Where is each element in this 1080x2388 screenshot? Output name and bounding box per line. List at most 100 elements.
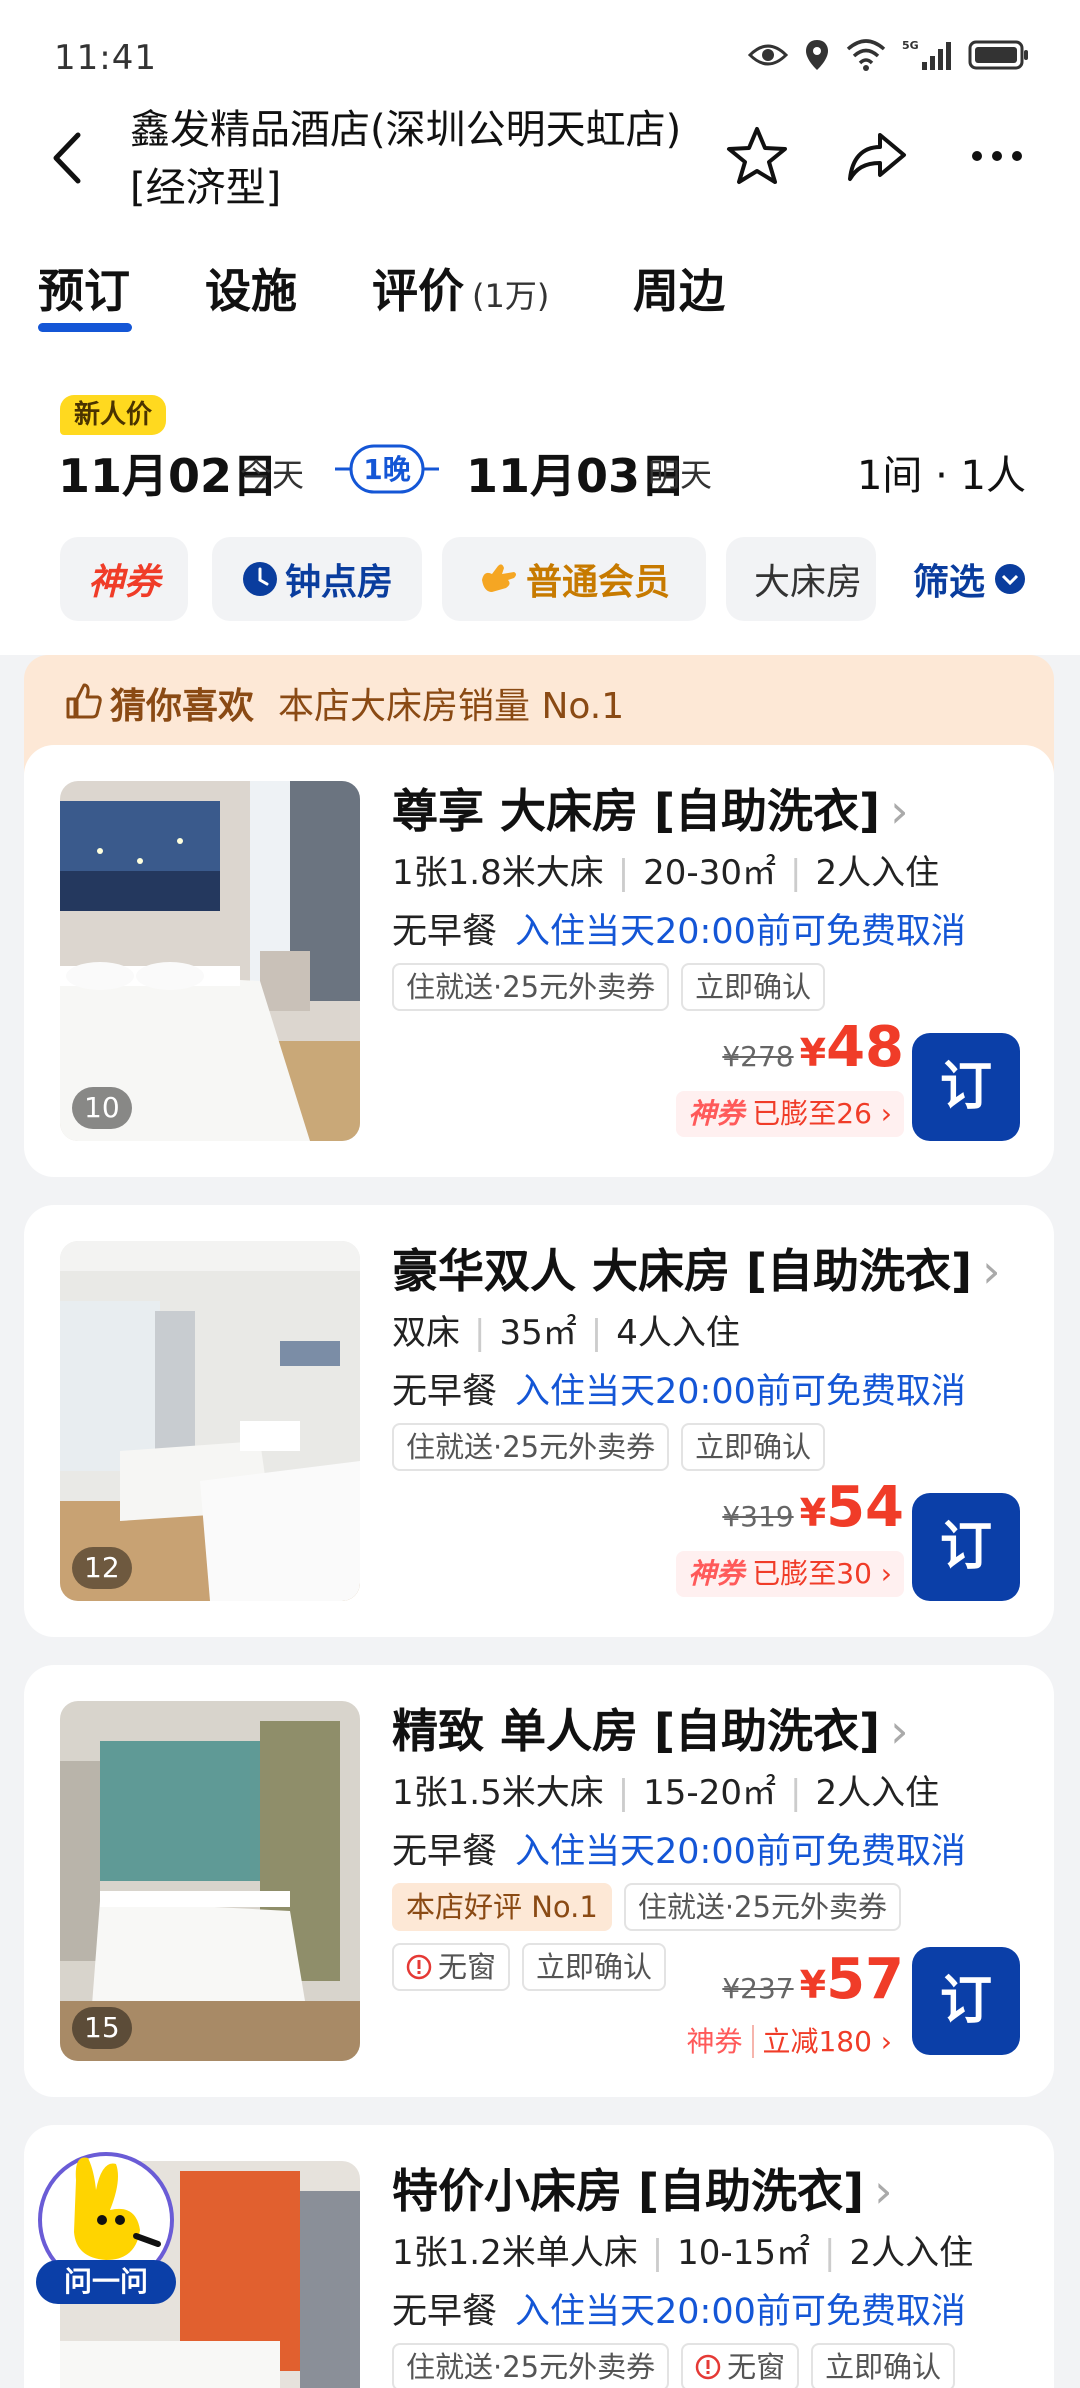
filter-hourly-label: 钟点房	[284, 562, 393, 603]
room-card[interactable]: 12 豪华双人 大床房 [自助洗衣] › 双床 | 35㎡ | 4人入住 无早餐 入住当天2…	[24, 1205, 1054, 1637]
filter-button[interactable]: 筛选	[895, 537, 1045, 621]
cancel-policy: 入住当天20:00前可免费取消	[515, 2292, 966, 2332]
room-size: 20-30㎡	[643, 853, 776, 893]
currency: ¥	[799, 1031, 827, 1075]
bed-type: 1张1.2米单人床	[392, 2233, 638, 2273]
date-selector[interactable]: 新人价 11月02日 今天 1晚 11月03日 明天 1间 · 1人	[0, 345, 1080, 515]
checkout-sub: 明天	[648, 456, 713, 494]
room-tags: 住就送·25元外卖券 立即确认	[392, 963, 826, 1011]
book-button[interactable]: 订	[912, 1947, 1020, 2055]
tag-voucher: 住就送·25元外卖券	[392, 963, 670, 1011]
breakfast-info: 无早餐	[392, 1372, 498, 1412]
filter-big-bed[interactable]: 大床房	[726, 537, 876, 621]
share-icon[interactable]	[842, 121, 912, 191]
coupon-text: 已膨至30 ›	[752, 1557, 892, 1590]
chevron-right-icon: ›	[890, 1704, 909, 1758]
price-block: ¥278 ¥48	[722, 1015, 904, 1080]
book-button[interactable]: 订	[912, 1493, 1020, 1601]
photo-count: 10	[72, 1087, 132, 1129]
top-nav: 鑫发精品酒店(深圳公明天虹店)[经济型]	[0, 95, 1080, 225]
room-specs: 1张1.2米单人床 | 10-15㎡ | 2人入住	[392, 2233, 974, 2273]
occupancy: 2人入住	[815, 1773, 940, 1813]
room-name[interactable]: 豪华双人 大床房 [自助洗衣] ›	[392, 1235, 1000, 1301]
nights-count: 1晚	[363, 453, 411, 486]
coupon-label: 神券	[686, 2025, 755, 2058]
book-button[interactable]: 订	[912, 1033, 1020, 1141]
breakfast-info: 无早餐	[392, 912, 498, 952]
room-name[interactable]: 尊享 大床房 [自助洗衣] ›	[392, 775, 908, 841]
tab-facilities[interactable]: 设施	[205, 255, 297, 321]
room-photo[interactable]: 12	[60, 1241, 360, 1601]
filter-label: 筛选	[912, 562, 985, 603]
coupon-promo[interactable]: 神券 立减180 ›	[674, 2019, 904, 2065]
review-count: (1万)	[472, 277, 550, 315]
room-name-text: 豪华双人 大床房 [自助洗衣]	[392, 1244, 973, 1298]
occupancy: 2人入住	[815, 853, 940, 893]
more-options-icon[interactable]	[962, 121, 1032, 191]
battery-icon	[968, 40, 1028, 70]
no-window-label: 无窗	[438, 1950, 497, 1984]
tag-instant-confirm: 立即确认	[681, 1423, 826, 1471]
room-name[interactable]: 特价小床房 [自助洗衣] ›	[392, 2155, 892, 2221]
room-tags: 住就送·25元外卖券 立即确认	[392, 1423, 826, 1471]
room-name-text: 特价小床房 [自助洗衣]	[392, 2164, 865, 2218]
assistant-button[interactable]: 问一问	[36, 2140, 186, 2304]
tag-top-rated: 本店好评 No.1	[392, 1883, 612, 1931]
chevron-right-icon: ›	[874, 2164, 893, 2218]
member-hand-icon	[481, 564, 516, 592]
wifi-icon	[846, 39, 886, 71]
original-price: ¥278	[722, 1040, 794, 1073]
tab-reviews-label: 评价	[372, 264, 464, 318]
coupon-promo[interactable]: 神券 已膨至26 ›	[676, 1091, 904, 1137]
meal-policy: 无早餐 入住当天20:00前可免费取消	[392, 903, 966, 954]
room-name-text: 精致 单人房 [自助洗衣]	[392, 1704, 881, 1758]
status-time: 11:41	[54, 38, 157, 78]
room-card[interactable]: 15 精致 单人房 [自助洗衣] › 1张1.5米大床 | 15-20㎡ | 2人入住 无…	[24, 1665, 1054, 2097]
status-icons: 5G	[748, 38, 1030, 72]
meal-policy: 无早餐 入住当天20:00前可免费取消	[392, 1363, 966, 1414]
cancel-policy: 入住当天20:00前可免费取消	[515, 1372, 966, 1412]
guess-title: 猜你喜欢	[110, 686, 255, 727]
occupancy: 4人入住	[616, 1313, 740, 1353]
filter-hourly[interactable]: 钟点房	[212, 537, 422, 621]
breakfast-info: 无早餐	[392, 1832, 498, 1872]
chevron-right-icon: ›	[982, 1244, 1001, 1298]
location-icon	[806, 40, 828, 70]
coupon-promo[interactable]: 神券 已膨至30 ›	[676, 1551, 904, 1597]
room-name-text: 尊享 大床房 [自助洗衣]	[392, 784, 881, 838]
room-tags: 本店好评 No.1 住就送·25元外卖券	[392, 1883, 901, 1931]
star-favorite-icon[interactable]	[722, 121, 792, 191]
tab-nearby[interactable]: 周边	[633, 255, 725, 321]
breakfast-info: 无早餐	[392, 2292, 498, 2332]
back-arrow-icon[interactable]	[40, 123, 96, 193]
tag-instant-confirm: 立即确认	[811, 2343, 956, 2388]
checkin-sub: 今天	[240, 456, 305, 494]
eye-icon	[748, 44, 788, 66]
coupon-text: 已膨至26 ›	[752, 1097, 892, 1130]
thumbs-up-icon	[66, 683, 102, 719]
tab-booking[interactable]: 预订	[38, 255, 130, 321]
tab-facilities-label: 设施	[205, 264, 297, 318]
alert-icon	[406, 1954, 432, 1980]
tab-reviews[interactable]: 评价 (1万)	[372, 255, 549, 321]
room-specs: 1张1.5米大床 | 15-20㎡ | 2人入住	[392, 1773, 940, 1813]
coupon-label: 神券	[688, 1097, 745, 1130]
current-price: 48	[826, 1015, 904, 1080]
coupon-label: 神券	[688, 1557, 745, 1590]
bed-type: 1张1.5米大床	[392, 1773, 604, 1813]
filter-member-label: 普通会员	[525, 562, 670, 603]
room-photo[interactable]: 10	[60, 781, 360, 1141]
tag-voucher: 住就送·25元外卖券	[392, 1423, 670, 1471]
filter-member[interactable]: 普通会员	[442, 537, 706, 621]
room-list: 猜你喜欢 本店大床房销量 No.1 10 尊享 大床房 [自助洗衣] › 1张1.8…	[0, 655, 1080, 2388]
room-photo[interactable]: 15	[60, 1701, 360, 2061]
status-bar: 11:41 5G	[0, 0, 1080, 105]
chevron-down-icon	[995, 564, 1025, 594]
room-name[interactable]: 精致 单人房 [自助洗衣] ›	[392, 1695, 908, 1761]
alert-icon	[695, 2354, 721, 2380]
room-card[interactable]: 10 尊享 大床房 [自助洗衣] › 1张1.8米大床 | 20-30㎡ | 2人入住 无…	[24, 745, 1054, 1177]
meal-policy: 无早餐 入住当天20:00前可免费取消	[392, 1823, 966, 1874]
filter-coupon[interactable]: 神券	[60, 537, 188, 621]
cancel-policy: 入住当天20:00前可免费取消	[515, 912, 966, 952]
rooms-guests[interactable]: 1间 · 1人	[857, 443, 1026, 501]
